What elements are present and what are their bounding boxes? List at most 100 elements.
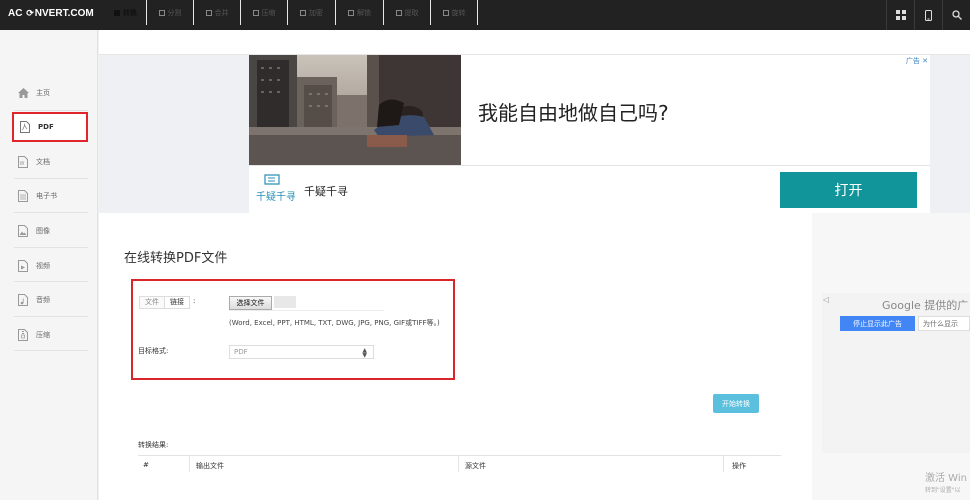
page-title: 在线转换PDF文件 [124,251,228,266]
activation-watermark: 激活 Win [925,473,967,484]
convert-form-highlight [131,279,455,380]
tab-link-source[interactable]: 链接 [165,296,190,309]
back-arrow-icon[interactable]: ◁ [823,295,829,304]
source-toggle: 文件 链接 [139,296,190,309]
top-icon-group [886,0,970,30]
ad-close-button[interactable]: 广告 ✕ [906,56,928,66]
tab-file-source[interactable]: 文件 [139,296,165,309]
source-colon: : [193,297,196,305]
sidebar-item-image[interactable]: 图像 [12,216,88,246]
sidebar-item-ebook[interactable]: 电子书 [12,181,88,211]
select-arrows-icon: ▲ ▼ [362,347,367,359]
result-label: 转换结果: [138,441,169,449]
google-ad-title: Google 提供的广 [882,299,969,312]
ad-open-button[interactable]: 打开 [780,172,917,208]
tab-rotate[interactable]: 旋转 [431,0,478,25]
checkbox-icon [442,9,449,16]
checkbox-icon [114,9,120,16]
svg-text:千疑千寻: 千疑千寻 [256,191,295,203]
sidebar-item-label: 图像 [36,227,50,235]
sidebar-divider [14,178,88,179]
tab-extract[interactable]: 提取 [384,0,431,25]
table-divider [723,456,724,472]
tab-label: 提取 [404,8,419,17]
supported-formats-hint: (Word, Excel, PPT, HTML, TXT, DWG, JPG, … [229,319,440,327]
sidebar-divider [14,212,88,213]
word-icon: W [17,156,29,168]
sidebar-divider [14,247,88,248]
tab-label: 加密 [309,8,323,17]
ad-brand-name: 千疑千寻 [304,185,348,198]
tool-tabs [99,30,970,55]
checkbox-icon [252,9,259,16]
checkbox-icon [158,9,165,16]
logo-left-text: AC [8,8,23,19]
sidebar-item-pdf[interactable]: PDF [12,112,88,142]
sidebar-item-home[interactable]: 主页 [12,78,88,108]
stop-showing-ad-button[interactable]: 停止显示此广告 [840,316,915,331]
table-divider [189,456,190,472]
logo-right-text: NVERT.COM [34,8,94,19]
sidebar-divider [14,350,88,351]
search-icon[interactable] [942,0,970,30]
tab-label: 转换 [123,8,137,17]
pdf-icon [19,121,31,133]
tab-label: 旋转 [451,8,466,17]
sidebar-item-video[interactable]: 视频 [12,251,88,281]
tab-label: 分割 [167,8,182,17]
sidebar-divider [14,316,88,317]
tab-label: 解锁 [357,8,371,17]
sidebar-item-audio[interactable]: 音频 [12,285,88,315]
checkbox-icon [395,9,402,16]
sidebar-item-label: 主页 [36,89,50,97]
sidebar-item-label: 压缩 [36,331,50,339]
home-icon [17,87,29,99]
table-header-source: 源文件 [465,462,486,470]
image-icon [17,225,29,237]
archive-icon [17,329,29,341]
selected-file-name [274,296,296,308]
banner-ad[interactable]: 广告 ✕ 我能自由地做自己吗? 千疑千寻 千疑千寻 打开 [249,55,930,213]
why-this-ad-button[interactable]: 为什么显示 [918,316,970,331]
sidebar-item-label: PDF [38,123,54,131]
activation-watermark-subtext: 转到"设置"以 [925,487,961,494]
tab-merge[interactable]: 合并 [194,0,241,25]
ebook-icon [17,190,29,202]
file-input-underline [229,310,384,311]
result-table: # 输出文件 源文件 操作 [138,455,781,500]
table-header-output: 输出文件 [196,462,224,470]
sidebar-item-document[interactable]: W 文档 [12,147,88,177]
tab-convert[interactable]: 转换 [105,0,147,25]
sidebar-item-label: 文档 [36,158,50,166]
sidebar-item-archive[interactable]: 压缩 [12,320,88,350]
tab-unlock[interactable]: 解锁 [336,0,384,25]
ad-brand-logo: 千疑千寻 [256,174,295,203]
sidebar-item-label: 音频 [36,296,50,304]
sidebar-item-label: 电子书 [36,192,57,200]
sidebar-divider [14,110,88,111]
table-header-action: 操作 [732,462,746,470]
target-format-label: 目标格式: [138,347,169,355]
target-format-select[interactable]: PDF ▲ ▼ [229,345,374,359]
ad-photo [249,55,461,165]
svg-text:W: W [20,161,25,167]
ad-headline: 我能自由地做自己吗? [478,101,669,125]
ad-divider [249,165,930,166]
sidebar-divider [14,281,88,282]
tab-split[interactable]: 分割 [147,0,194,25]
tab-encrypt[interactable]: 加密 [288,0,336,25]
tab-label: 合并 [214,8,229,17]
sidebar-item-label: 视频 [36,262,50,270]
tab-compress[interactable]: 压缩 [241,0,288,25]
audio-icon [17,294,29,306]
grid-icon[interactable] [886,0,914,30]
checkbox-icon [348,9,354,16]
video-icon [17,260,29,272]
checkbox-icon [300,9,306,16]
choose-file-button[interactable]: 选择文件 [229,296,272,310]
table-header-index: # [143,461,149,469]
site-logo[interactable]: AC ⟳NVERT.COM [8,8,94,19]
mobile-icon[interactable] [914,0,942,30]
start-convert-button[interactable]: 开始转换 [713,394,759,413]
tab-label: 压缩 [261,8,276,17]
